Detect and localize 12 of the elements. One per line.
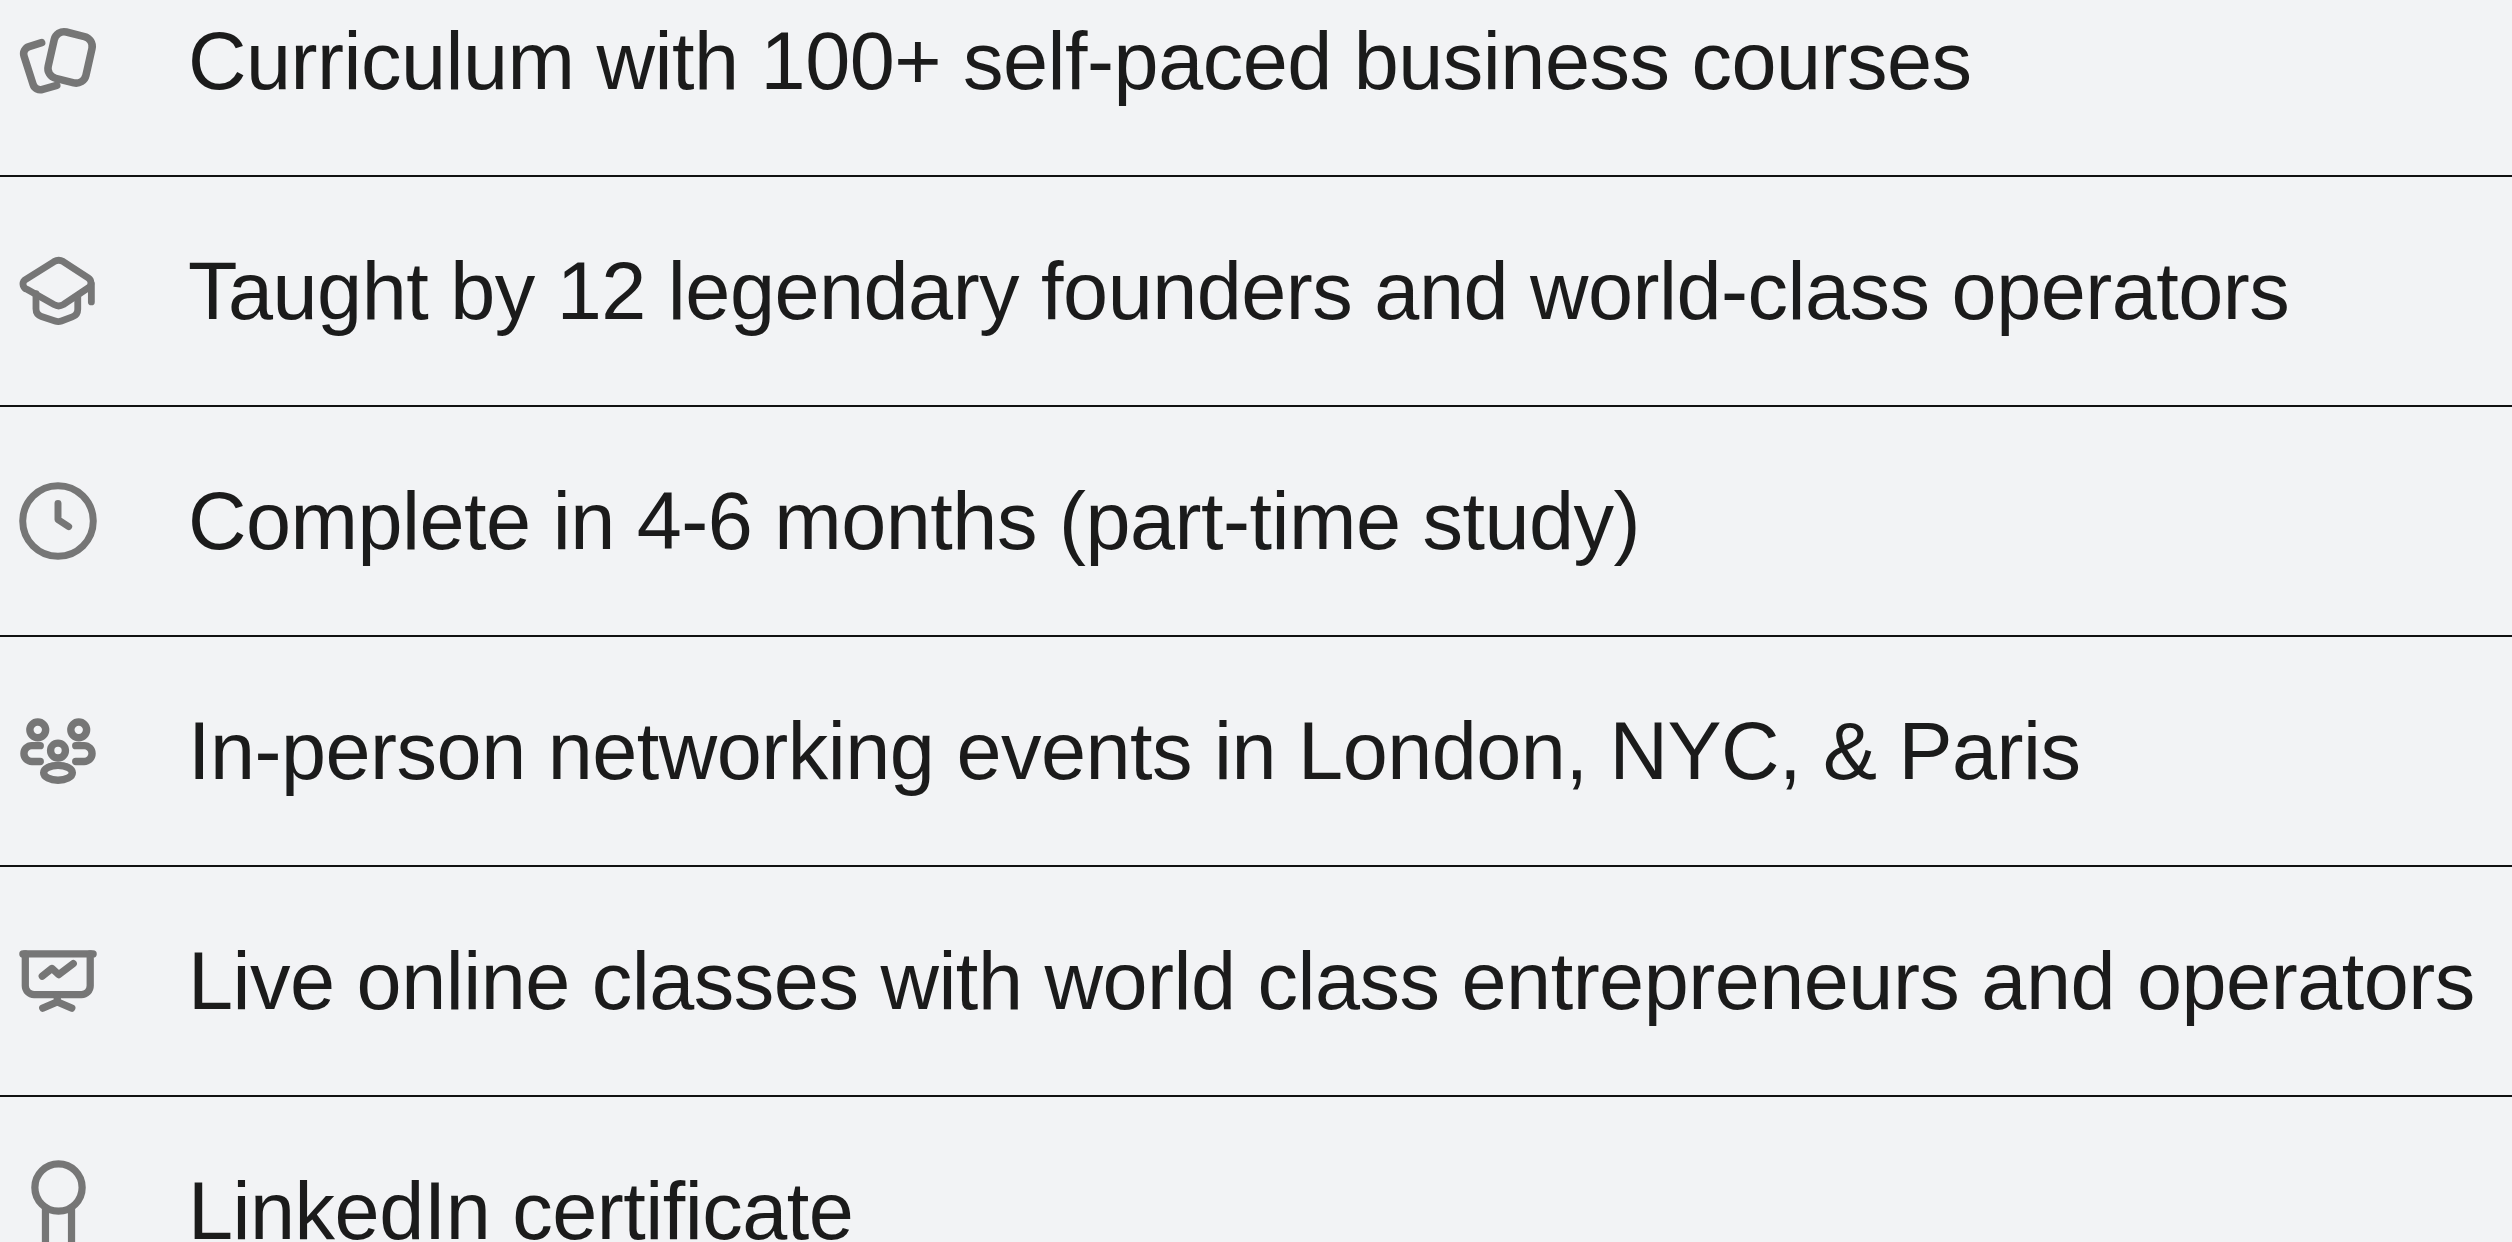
clock-icon xyxy=(19,482,97,560)
people-group-icon xyxy=(20,717,96,785)
award-ribbon-icon xyxy=(30,1160,86,1242)
feature-text: Complete in 4-6 months (part-time study) xyxy=(188,474,1641,568)
graduation-cap-icon xyxy=(21,256,95,326)
presentation-board-icon xyxy=(19,950,97,1012)
feature-text: In-person networking events in London, NYC, & Paris xyxy=(188,704,2081,798)
feature-text: Taught by 12 legendary founders and world-class operators xyxy=(188,244,2290,338)
stacked-cards-icon xyxy=(20,28,96,94)
feature-text: Curriculum with 100+ self-paced business courses xyxy=(188,14,1972,108)
feature-text: Live online classes with world class entrepreneurs and operators xyxy=(188,934,2475,1028)
feature-text: LinkedIn certificate xyxy=(188,1164,854,1242)
